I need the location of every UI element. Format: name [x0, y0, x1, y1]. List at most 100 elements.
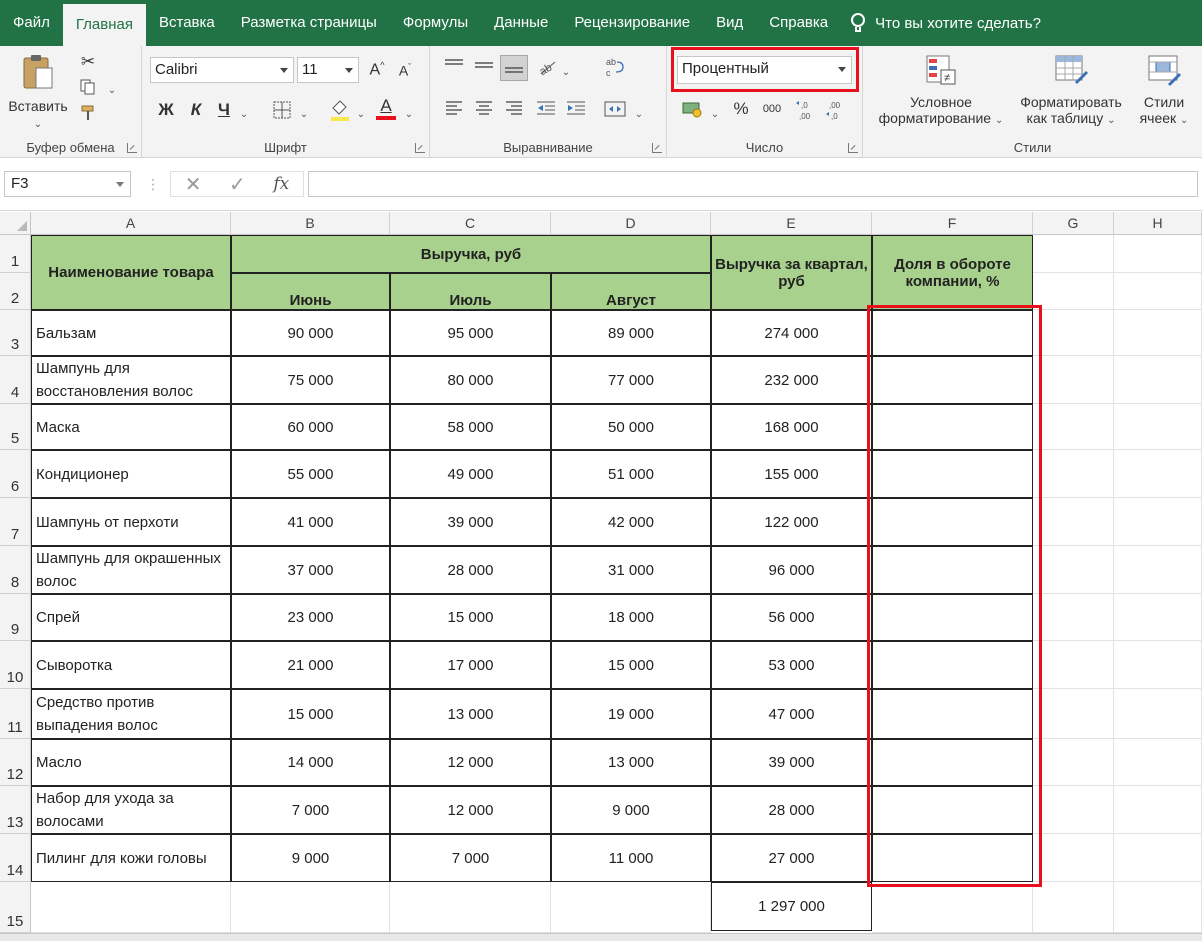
cell-june[interactable]: 9 000 — [231, 834, 390, 882]
cell-august[interactable]: 50 000 — [551, 404, 711, 450]
cell-share[interactable] — [872, 594, 1033, 641]
cell-june[interactable]: 60 000 — [231, 404, 390, 450]
cell-share[interactable] — [872, 641, 1033, 689]
currency-format-button[interactable] — [681, 99, 705, 121]
font-color-button[interactable]: A — [375, 96, 397, 122]
cell[interactable] — [551, 882, 711, 933]
cell[interactable] — [31, 882, 231, 933]
cancel-icon[interactable]: ✕ — [185, 172, 202, 197]
cell-june[interactable]: 55 000 — [231, 450, 390, 498]
cell-august[interactable]: 51 000 — [551, 450, 711, 498]
cell-share[interactable] — [872, 786, 1033, 834]
formula-input[interactable] — [308, 171, 1198, 197]
cell[interactable] — [1114, 546, 1202, 594]
cell-product-name[interactable]: Маска — [31, 404, 231, 450]
cell-july[interactable]: 12 000 — [390, 786, 551, 834]
cell-july[interactable]: 7 000 — [390, 834, 551, 882]
cell-share[interactable] — [872, 498, 1033, 546]
tell-me-box[interactable]: Что вы хотите сделать? — [851, 13, 1041, 33]
cell[interactable] — [1033, 594, 1114, 641]
cell-share[interactable] — [872, 356, 1033, 404]
column-header-c[interactable]: C — [390, 212, 551, 235]
cell-july[interactable]: 17 000 — [390, 641, 551, 689]
cell-product-name[interactable]: Кондиционер — [31, 450, 231, 498]
cell-quarter[interactable]: 56 000 — [711, 594, 872, 641]
row-header[interactable]: 7 — [0, 498, 31, 546]
cell-product-name[interactable]: Шампунь для восстановления волос — [31, 356, 231, 404]
format-as-table-button[interactable]: Форматировать как таблицу ⌄ — [1013, 52, 1129, 136]
cell-quarter[interactable]: 232 000 — [711, 356, 872, 404]
cell-product-name[interactable]: Бальзам — [31, 310, 231, 356]
cell-share[interactable] — [872, 310, 1033, 356]
tab-review[interactable]: Рецензирование — [561, 0, 703, 46]
cell-june[interactable]: 15 000 — [231, 689, 390, 739]
cell[interactable] — [1114, 404, 1202, 450]
row-header[interactable]: 10 — [0, 641, 31, 689]
select-all-corner[interactable] — [0, 212, 31, 235]
cell-quarter[interactable]: 96 000 — [711, 546, 872, 594]
cell-july[interactable]: 39 000 — [390, 498, 551, 546]
currency-dropdown-icon[interactable]: ⌄ — [709, 104, 721, 120]
row-header[interactable]: 15 — [0, 882, 31, 933]
row-header[interactable]: 9 — [0, 594, 31, 641]
tab-page-layout[interactable]: Разметка страницы — [228, 0, 390, 46]
tab-help[interactable]: Справка — [756, 0, 841, 46]
cell-august[interactable]: 77 000 — [551, 356, 711, 404]
cell-june[interactable]: 14 000 — [231, 739, 390, 786]
cell-june[interactable]: 21 000 — [231, 641, 390, 689]
cell-share[interactable] — [872, 739, 1033, 786]
cell[interactable] — [1033, 641, 1114, 689]
cell-august[interactable]: 11 000 — [551, 834, 711, 882]
cell-product-name[interactable]: Сыворотка — [31, 641, 231, 689]
cell-share[interactable] — [872, 404, 1033, 450]
cell-august[interactable]: 15 000 — [551, 641, 711, 689]
cell-styles-button[interactable]: Стили ячеек ⌄ — [1129, 52, 1199, 136]
name-box-dropdown-icon[interactable] — [116, 182, 124, 187]
cell-quarter[interactable]: 47 000 — [711, 689, 872, 739]
cell-july[interactable]: 95 000 — [390, 310, 551, 356]
cell-product-name[interactable]: Набор для ухода за волосами — [31, 786, 231, 834]
cell[interactable] — [1114, 882, 1202, 933]
cell-june[interactable]: 37 000 — [231, 546, 390, 594]
copy-icon[interactable] — [78, 78, 98, 98]
cell-product-name[interactable]: Шампунь для окрашенных волос — [31, 546, 231, 594]
cell-july[interactable]: 58 000 — [390, 404, 551, 450]
cell[interactable] — [1033, 882, 1114, 933]
align-right-button[interactable] — [502, 100, 526, 120]
name-box[interactable]: F3 — [4, 171, 131, 197]
enter-icon[interactable]: ✓ — [229, 172, 246, 197]
format-painter-icon[interactable] — [78, 104, 98, 124]
fill-color-dropdown-icon[interactable]: ⌄ — [355, 104, 367, 120]
cell-july[interactable]: 12 000 — [390, 739, 551, 786]
row-header[interactable]: 5 — [0, 404, 31, 450]
align-left-button[interactable] — [442, 100, 466, 120]
cell-product-name[interactable]: Шампунь от перхоти — [31, 498, 231, 546]
cell[interactable] — [1033, 786, 1114, 834]
cell-product-name[interactable]: Средство против выпадения волос — [31, 689, 231, 739]
shrink-font-button[interactable]: Aˇ — [395, 62, 415, 79]
cell[interactable] — [1114, 641, 1202, 689]
cell-july[interactable]: 13 000 — [390, 689, 551, 739]
increase-indent-button[interactable] — [564, 100, 588, 120]
cell[interactable] — [1114, 450, 1202, 498]
cell[interactable] — [1033, 235, 1114, 273]
alignment-launcher-icon[interactable] — [652, 143, 662, 153]
cell[interactable] — [1033, 834, 1114, 882]
cell-total[interactable]: 1 297 000 — [711, 882, 872, 931]
cell[interactable] — [1114, 594, 1202, 641]
cell[interactable] — [872, 882, 1033, 933]
cut-icon[interactable]: ✂ — [78, 52, 98, 72]
cell[interactable] — [390, 882, 551, 933]
cell-quarter[interactable]: 155 000 — [711, 450, 872, 498]
row-header[interactable]: 1 — [0, 235, 31, 273]
cell-product-name[interactable]: Пилинг для кожи головы — [31, 834, 231, 882]
font-name-select[interactable]: Calibri — [150, 57, 294, 83]
column-header-b[interactable]: B — [231, 212, 390, 235]
cell[interactable] — [1114, 498, 1202, 546]
borders-button[interactable] — [271, 101, 293, 121]
comma-style-button[interactable]: 000 — [759, 103, 785, 115]
header-product-name[interactable]: Наименование товара — [31, 235, 231, 310]
cell-quarter[interactable]: 39 000 — [711, 739, 872, 786]
cell[interactable] — [1114, 235, 1202, 273]
cell-august[interactable]: 13 000 — [551, 739, 711, 786]
